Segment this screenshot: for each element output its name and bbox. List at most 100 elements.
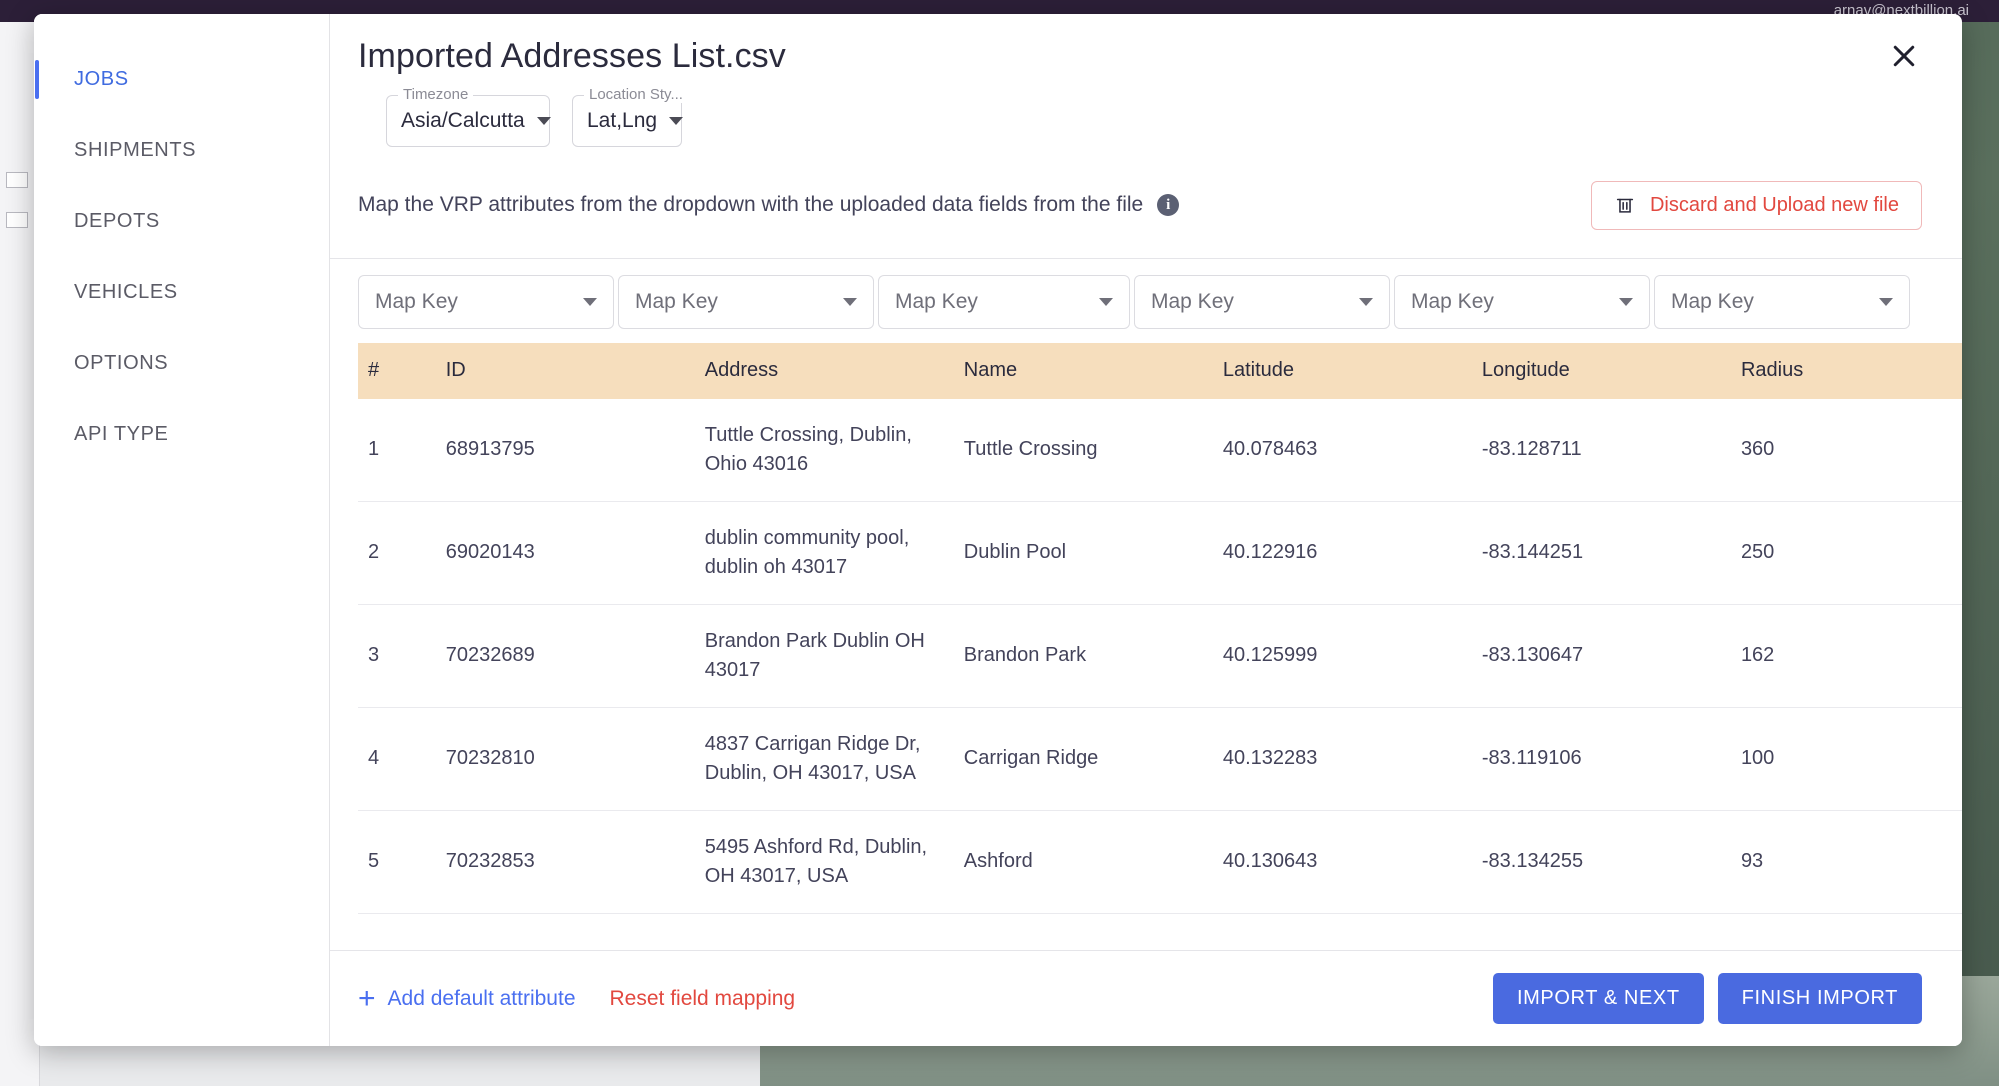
imported-data-table: # ID Address Name Latitude Longitude Rad… (358, 342, 1962, 914)
table-row: 2 69020143 dublin community pool, dublin… (358, 501, 1962, 605)
add-default-attribute-label: Add default attribute (387, 986, 576, 1010)
cell-index: 5 (358, 810, 436, 914)
chevron-down-icon (1879, 297, 1893, 306)
cell-name: Ashford (953, 810, 1213, 914)
cell-latitude: 40.130643 (1212, 810, 1472, 914)
chevron-down-icon (1619, 297, 1633, 306)
chevron-down-icon (669, 116, 684, 125)
trash-icon (1614, 194, 1636, 216)
chevron-down-icon (536, 116, 551, 125)
sidebar-item-jobs[interactable]: JOBS (34, 44, 329, 115)
column-header-name: Name (953, 342, 1213, 399)
reset-field-mapping-button[interactable]: Reset field mapping (610, 987, 796, 1011)
discard-and-upload-button[interactable]: Discard and Upload new file (1590, 180, 1922, 230)
sidebar-item-depots[interactable]: DEPOTS (34, 186, 329, 257)
cell-index: 4 (358, 707, 436, 811)
header-selects: Timezone Asia/Calcutta Location Sty... L… (358, 77, 1922, 147)
sidebar-item-label: SHIPMENTS (74, 139, 197, 161)
cell-address: Brandon Park Dublin OH 43017 (694, 604, 954, 708)
sidebar-item-label: OPTIONS (74, 352, 169, 374)
cell-longitude: -83.134255 (1471, 810, 1731, 914)
cell-longitude: -83.119106 (1471, 707, 1731, 811)
table-row: 5 70232853 5495 Ashford Rd, Dublin, OH 4… (358, 810, 1962, 914)
column-header-radius: Radius (1730, 342, 1962, 399)
cell-radius: 100 (1730, 707, 1962, 811)
cell-address: Tuttle Crossing, Dublin, Ohio 43016 (694, 398, 954, 502)
location-style-value: Lat,Lng (587, 108, 658, 132)
map-key-dropdown-1[interactable]: Map Key (358, 274, 614, 329)
location-style-select[interactable]: Location Sty... Lat,Lng (572, 85, 688, 147)
instruction-row: Map the VRP attributes from the dropdown… (330, 147, 1962, 259)
timezone-select[interactable]: Timezone Asia/Calcutta (386, 85, 551, 147)
map-key-label: Map Key (635, 289, 718, 313)
cell-longitude: -83.144251 (1471, 501, 1731, 605)
table-header: # ID Address Name Latitude Longitude Rad… (358, 342, 1962, 399)
cell-id: 70232689 (435, 604, 695, 708)
close-icon[interactable] (1884, 36, 1924, 76)
cell-radius: 250 (1730, 501, 1962, 605)
cell-name: Tuttle Crossing (953, 398, 1213, 502)
sidebar-item-shipments[interactable]: SHIPMENTS (34, 115, 329, 186)
footer-actions: IMPORT & NEXT FINISH IMPORT (1493, 973, 1922, 1024)
cell-latitude: 40.122916 (1212, 501, 1472, 605)
map-key-dropdown-5[interactable]: Map Key (1394, 274, 1650, 329)
sidebar-item-label: API TYPE (74, 423, 169, 445)
instruction-text: Map the VRP attributes from the dropdown… (358, 193, 1144, 217)
sidebar-item-api-type[interactable]: API TYPE (34, 399, 329, 470)
mapping-table-scroll[interactable]: Map Key Map Key Map Key Map Key Map Key … (330, 259, 1962, 950)
sidebar-item-options[interactable]: OPTIONS (34, 328, 329, 399)
cell-name: Dublin Pool (953, 501, 1213, 605)
chevron-down-icon (1099, 297, 1113, 306)
page-title: Imported Addresses List.csv (358, 37, 786, 75)
cell-id: 70232810 (435, 707, 695, 811)
sidebar-item-label: JOBS (74, 68, 129, 90)
cell-index: 1 (358, 398, 436, 502)
info-icon[interactable]: i (1157, 194, 1180, 217)
cell-radius: 93 (1730, 810, 1962, 914)
cell-radius: 360 (1730, 398, 1962, 502)
map-key-dropdown-row: Map Key Map Key Map Key Map Key Map Key … (330, 259, 1962, 343)
table-row: 1 68913795 Tuttle Crossing, Dublin, Ohio… (358, 398, 1962, 502)
column-header-latitude: Latitude (1212, 342, 1472, 399)
discard-button-label: Discard and Upload new file (1649, 193, 1899, 216)
sidebar-item-label: VEHICLES (74, 281, 178, 303)
location-style-label: Location Sty... (584, 85, 688, 103)
add-default-attribute-button[interactable]: + Add default attribute (358, 983, 576, 1014)
column-header-address: Address (694, 342, 954, 399)
modal-footer: + Add default attribute Reset field mapp… (330, 950, 1962, 1046)
cell-id: 68913795 (435, 398, 695, 502)
cell-name: Brandon Park (953, 604, 1213, 708)
table-row: 4 70232810 4837 Carrigan Ridge Dr, Dubli… (358, 707, 1962, 811)
cell-longitude: -83.128711 (1471, 398, 1731, 502)
cell-latitude: 40.078463 (1212, 398, 1472, 502)
panel-placeholder-item (6, 172, 28, 188)
cell-address: 4837 Carrigan Ridge Dr, Dublin, OH 43017… (694, 707, 954, 811)
chevron-down-icon (583, 297, 597, 306)
cell-index: 2 (358, 501, 436, 605)
column-header-longitude: Longitude (1471, 342, 1731, 399)
table-row: 3 70232689 Brandon Park Dublin OH 43017 … (358, 604, 1962, 708)
map-key-label: Map Key (1671, 289, 1754, 313)
import-and-next-button[interactable]: IMPORT & NEXT (1493, 973, 1704, 1024)
cell-longitude: -83.130647 (1471, 604, 1731, 708)
map-key-label: Map Key (1411, 289, 1494, 313)
cell-latitude: 40.125999 (1212, 604, 1472, 708)
column-header-id: ID (435, 342, 695, 399)
map-key-dropdown-2[interactable]: Map Key (618, 274, 874, 329)
column-header-index: # (358, 342, 436, 399)
map-key-dropdown-4[interactable]: Map Key (1134, 274, 1390, 329)
cell-address: 5495 Ashford Rd, Dublin, OH 43017, USA (694, 810, 954, 914)
chevron-down-icon (1359, 297, 1373, 306)
table-body: 1 68913795 Tuttle Crossing, Dublin, Ohio… (358, 398, 1962, 914)
sidebar-item-vehicles[interactable]: VEHICLES (34, 257, 329, 328)
modal-main: Imported Addresses List.csv Timezone Asi… (330, 14, 1962, 1046)
cell-name: Carrigan Ridge (953, 707, 1213, 811)
finish-import-button[interactable]: FINISH IMPORT (1717, 973, 1922, 1024)
sidebar-item-label: DEPOTS (74, 210, 160, 232)
map-key-dropdown-3[interactable]: Map Key (878, 274, 1130, 329)
cell-address: dublin community pool, dublin oh 43017 (694, 501, 954, 605)
timezone-value: Asia/Calcutta (401, 108, 525, 132)
map-key-dropdown-6[interactable]: Map Key (1654, 274, 1910, 329)
panel-placeholder-item (6, 212, 28, 228)
cell-id: 70232853 (435, 810, 695, 914)
